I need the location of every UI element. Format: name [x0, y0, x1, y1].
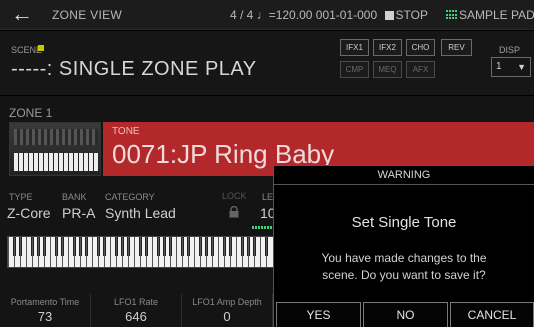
- view-title: ZONE VIEW: [52, 8, 123, 22]
- fx-rev-button[interactable]: REV: [441, 39, 472, 56]
- param-lfo1-rate[interactable]: LFO1 Rate 646: [91, 294, 182, 327]
- dialog-header: WARNING: [274, 166, 534, 185]
- level-label: LE: [262, 192, 274, 202]
- lock-icon[interactable]: [228, 206, 240, 218]
- yes-button[interactable]: YES: [276, 302, 361, 327]
- param-portamento-time[interactable]: Portamento Time 73: [0, 294, 91, 327]
- param-value: 646: [125, 309, 147, 324]
- top-bar: ← ZONE VIEW 4 / 4 ♩=120.00 001-01-000 ST…: [0, 0, 534, 30]
- level-meter: [252, 226, 272, 229]
- category-value[interactable]: Synth Lead: [105, 205, 176, 221]
- warning-dialog: WARNING Set Single Tone You have made ch…: [273, 165, 534, 327]
- disp-select[interactable]: 1 ▼: [491, 57, 531, 77]
- fx-ifx1-button[interactable]: IFX1: [340, 39, 369, 56]
- param-lfo1-amp-depth[interactable]: LFO1 Amp Depth 0: [182, 294, 273, 327]
- stop-icon: [384, 11, 394, 20]
- tone-label: TONE: [112, 126, 140, 137]
- chevron-down-icon: ▼: [517, 62, 526, 72]
- sample-pad-grid-icon: [446, 10, 457, 20]
- time-signature: 4 / 4: [230, 8, 254, 22]
- dialog-message: You have made changes to the scene. Do y…: [274, 250, 534, 284]
- fx-meq-button[interactable]: MEQ: [373, 61, 402, 78]
- param-value: 0: [223, 309, 231, 324]
- sample-pad-button[interactable]: SAMPLE PAD: [459, 8, 534, 22]
- transport-status: 4 / 4 ♩=120.00 001-01-000 STOP: [230, 8, 428, 22]
- dialog-message-line2: scene. Do you want to save it?: [322, 268, 486, 282]
- lock-label: LOCK: [222, 191, 247, 201]
- param-label: Portamento Time: [10, 297, 80, 307]
- disp-value: 1: [496, 61, 502, 72]
- bank-label: BANK: [62, 192, 87, 202]
- dialog-message-line1: You have made changes to the: [321, 251, 487, 265]
- back-arrow-icon[interactable]: ←: [5, 3, 39, 27]
- param-label: LFO1 Amp Depth: [192, 297, 262, 307]
- bank-value[interactable]: PR-A: [62, 205, 95, 221]
- transport-state: STOP: [395, 8, 428, 22]
- tempo: ♩=120.00: [256, 8, 313, 22]
- type-label: TYPE: [9, 192, 33, 202]
- scene-indicator: [38, 45, 44, 51]
- song-position: 001-01-000: [315, 8, 378, 22]
- scene-name[interactable]: -----: SINGLE ZONE PLAY: [11, 58, 257, 81]
- fx-cmp-button[interactable]: CMP: [340, 61, 369, 78]
- fx-cho-button[interactable]: CHO: [406, 39, 435, 56]
- type-value[interactable]: Z-Core: [7, 205, 51, 221]
- category-label: CATEGORY: [105, 192, 155, 202]
- fx-ifx2-button[interactable]: IFX2: [373, 39, 402, 56]
- dialog-title: Set Single Tone: [351, 214, 457, 231]
- synth-thumbnail-icon: [9, 122, 101, 176]
- scene-section: SCENE -----: SINGLE ZONE PLAY IFX1 IFX2 …: [0, 31, 534, 95]
- keyboard-range[interactable]: [7, 236, 275, 268]
- param-label: LFO1 Rate: [113, 297, 159, 307]
- param-value: 73: [37, 309, 53, 324]
- fx-afx-button[interactable]: AFX: [406, 61, 435, 78]
- cancel-button[interactable]: CANCEL: [450, 302, 534, 327]
- zone-label: ZONE 1: [9, 106, 53, 120]
- no-button[interactable]: NO: [363, 302, 448, 327]
- disp-label: DISP: [499, 45, 521, 55]
